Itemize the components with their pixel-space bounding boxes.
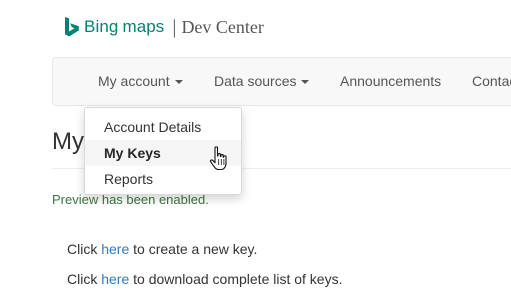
page-title: My [52,128,84,155]
create-key-link[interactable]: here [101,241,129,257]
nav-contact-label: Contac [472,73,511,89]
create-key-suffix: to create a new key. [129,241,258,257]
download-keys-prefix: Click [67,271,102,287]
brand-product-text: maps [122,17,165,36]
nav-announcements[interactable]: Announcements [340,58,441,105]
nav-my-account[interactable]: My account [98,58,183,105]
brand-section-text: Dev Center [181,16,264,37]
download-keys-suffix: to download complete list of keys. [129,271,343,287]
nav-data-sources-label: Data sources [214,73,297,89]
download-keys-link[interactable]: here [101,271,129,287]
create-key-line: Click here to create a new key. [67,241,257,257]
brand-bing-text: Bing [84,17,119,36]
hand-pointer-icon [209,146,227,171]
brand-separator: | [172,15,177,38]
main-navbar: My account Data sources Announcements Co… [52,57,511,106]
caret-down-icon [301,80,310,85]
download-keys-line: Click here to download complete list of … [67,271,343,287]
nav-my-account-label: My account [98,73,170,89]
nav-contact[interactable]: Contac [472,58,511,105]
bing-logo-icon [65,16,79,36]
brand-header[interactable]: Bing maps | Dev Center [64,15,264,39]
caret-down-icon [174,80,183,85]
create-key-prefix: Click [67,241,102,257]
nav-announcements-label: Announcements [340,73,442,89]
dropdown-item-account-details[interactable]: Account Details [85,114,241,140]
nav-data-sources[interactable]: Data sources [214,58,310,105]
